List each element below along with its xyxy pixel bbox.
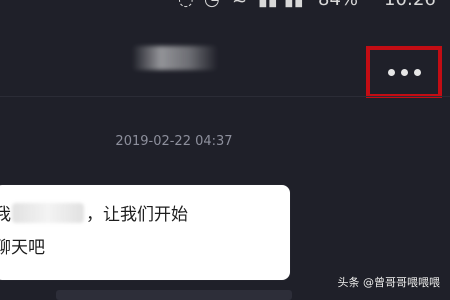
more-horizontal-icon-dot-2 [400,68,408,76]
battery-percentage: 84% [318,0,358,10]
message-line-2: 聊天吧 [0,238,45,258]
status-bar: ◌ ◷ ≈ ▮▮ ▮▮ 84% 10:26 [0,0,450,16]
chat-header [0,16,450,98]
chat-screen: ◌ ◷ ≈ ▮▮ ▮▮ 84% 10:26 2019-02-22 04:37 我… [0,0,450,300]
watermark: 头条 @曾哥哥喂喂喂 [337,276,441,289]
more-horizontal-icon-dot-1 [387,68,395,76]
status-time: 10:26 [384,0,436,10]
next-message-strip [56,290,292,300]
alarm-icon: ◷ [204,0,220,10]
header-divider [0,96,450,97]
blurred-name [12,203,84,223]
signal-icon-secondary: ▮▮ [284,0,304,10]
message-suffix: ，让我们开始 [86,205,188,225]
more-horizontal-icon-dot-3 [413,68,421,76]
incoming-message-bubble: 我 ，让我们开始 聊天吧 [0,185,290,280]
message-prefix: 我 [0,205,11,225]
title-blur [132,46,218,70]
message-line-1: 我 ，让我们开始 [0,203,188,226]
notification-icon: ◌ [178,0,194,10]
signal-icon: ▮▮ [258,0,278,10]
message-timestamp: 2019-02-22 04:37 [115,134,233,149]
wifi-icon: ≈ [232,0,247,10]
more-options-button[interactable] [366,46,442,98]
